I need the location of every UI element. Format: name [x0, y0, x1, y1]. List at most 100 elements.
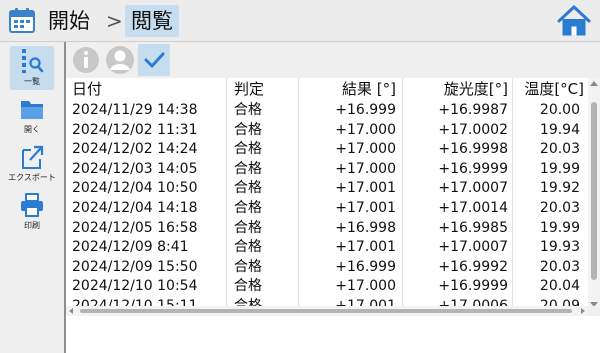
- cell-date: 2024/11/29 14:38: [72, 102, 198, 118]
- column-header-result[interactable]: 結果 [°]: [298, 79, 396, 99]
- cell-result: +17.001: [335, 239, 396, 256]
- cell-rotation: +16.9999: [438, 278, 508, 295]
- cell-rotation: +16.9987: [438, 102, 508, 118]
- sidebar-item-label: 一覧: [24, 77, 40, 86]
- table-body: 2024/11/29 14:38 合格 +16.999 +16.9987 20.00 20…: [66, 100, 588, 316]
- cell-rotation: +17.0007: [438, 180, 508, 197]
- cell-rotation: +16.9999: [438, 160, 508, 177]
- table-row[interactable]: 2024/12/02 11:31 合格 +17.000 +17.0002 19.94: [66, 120, 588, 140]
- cell-judgement: 合格: [234, 102, 262, 118]
- cell-date: 2024/12/02 11:31: [72, 121, 198, 138]
- list-search-icon: [22, 49, 44, 73]
- table-row[interactable]: 2024/12/10 10:54 合格 +17.000 +16.9999 20.04: [66, 276, 588, 296]
- cell-judgement: 合格: [234, 121, 262, 138]
- results-table: 日付 判定 結果 [°] 旋光度[°] 温度[°C] 2024/11/29 14…: [66, 78, 600, 353]
- cell-rotation: +17.0014: [438, 199, 508, 216]
- export-icon: [22, 145, 44, 169]
- table-row[interactable]: 2024/12/05 16:58 合格 +16.998 +16.9985 19.99: [66, 218, 588, 238]
- cell-judgement: 合格: [234, 239, 262, 256]
- top-bar: 開始 > 閲覧: [0, 0, 600, 42]
- sidebar-item-print[interactable]: 印刷: [10, 190, 54, 234]
- cell-judgement: 合格: [234, 258, 262, 275]
- cell-result: +17.000: [335, 160, 396, 177]
- breadcrumb-home[interactable]: 開始: [48, 5, 90, 37]
- cell-result: +16.999: [335, 258, 396, 275]
- vertical-scrollbar[interactable]: [588, 78, 600, 310]
- home-icon[interactable]: [556, 4, 592, 38]
- table-toolbar: [66, 42, 600, 78]
- cell-temperature: 20.03: [539, 258, 580, 275]
- sidebar-item-label: 開く: [24, 125, 40, 134]
- column-header-date[interactable]: 日付: [72, 79, 102, 99]
- scroll-left-arrow[interactable]: [69, 308, 73, 314]
- cell-temperature: 19.94: [539, 121, 580, 138]
- table-row[interactable]: 2024/12/03 14:05 合格 +17.000 +16.9999 19.99: [66, 159, 588, 179]
- horizontal-scrollbar[interactable]: [66, 306, 588, 316]
- table-row[interactable]: 2024/12/02 14:24 合格 +17.000 +16.9998 20.03: [66, 139, 588, 159]
- cell-temperature: 20.03: [539, 199, 580, 216]
- scroll-thumb[interactable]: [80, 309, 572, 313]
- folder-icon: [21, 101, 43, 119]
- cell-temperature: 19.93: [539, 239, 580, 256]
- table-row[interactable]: 2024/12/09 8:41 合格 +17.001 +17.0007 19.93: [66, 237, 588, 257]
- table-row[interactable]: 2024/12/04 14:18 合格 +17.001 +17.0014 20.03: [66, 198, 588, 218]
- cell-date: 2024/12/02 14:24: [72, 141, 198, 158]
- info-icon[interactable]: [70, 44, 102, 76]
- table-row[interactable]: 2024/12/04 10:50 合格 +17.001 +17.0007 19.92: [66, 178, 588, 198]
- sidebar-item-list[interactable]: 一覧: [10, 46, 54, 90]
- breadcrumb-current: 閲覧: [125, 5, 179, 37]
- cell-result: +16.999: [335, 102, 396, 118]
- scroll-thumb[interactable]: [591, 102, 597, 280]
- cell-date: 2024/12/04 14:18: [72, 199, 198, 216]
- cell-temperature: 19.99: [539, 219, 580, 236]
- cell-rotation: +16.9998: [438, 141, 508, 158]
- scrollbar-corner: [588, 306, 600, 316]
- cell-rotation: +17.0007: [438, 239, 508, 256]
- cell-temperature: 19.99: [539, 160, 580, 177]
- table-row[interactable]: 2024/12/09 15:50 合格 +16.999 +16.9992 20.03: [66, 257, 588, 277]
- cell-rotation: +16.9992: [438, 258, 508, 275]
- side-panel: 一覧 開く エクスポート 印刷: [0, 42, 66, 353]
- cell-rotation: +16.9985: [438, 219, 508, 236]
- cell-date: 2024/12/09 8:41: [72, 239, 189, 256]
- cell-judgement: 合格: [234, 278, 262, 295]
- user-icon[interactable]: [104, 44, 136, 76]
- cell-judgement: 合格: [234, 160, 262, 177]
- cell-judgement: 合格: [234, 199, 262, 216]
- cell-result: +17.000: [335, 278, 396, 295]
- cell-date: 2024/12/10 10:54: [72, 278, 198, 295]
- breadcrumb-separator: >: [106, 9, 123, 33]
- sidebar-item-label: 印刷: [24, 221, 40, 230]
- cell-judgement: 合格: [234, 141, 262, 158]
- cell-result: +17.001: [335, 199, 396, 216]
- sidebar-item-label: エクスポート: [8, 173, 56, 182]
- checkmark-icon: [144, 52, 165, 68]
- table-header: 日付 判定 結果 [°] 旋光度[°] 温度[°C]: [66, 78, 588, 100]
- printer-icon: [21, 193, 43, 217]
- column-header-temperature[interactable]: 温度[°C]: [506, 79, 584, 99]
- cell-result: +17.000: [335, 121, 396, 138]
- cell-date: 2024/12/03 14:05: [72, 160, 198, 177]
- column-header-judgement[interactable]: 判定: [234, 79, 264, 99]
- cell-result: +17.000: [335, 141, 396, 158]
- cell-temperature: 20.03: [539, 141, 580, 158]
- sidebar-item-open[interactable]: 開く: [10, 94, 54, 138]
- cell-judgement: 合格: [234, 219, 262, 236]
- scroll-right-arrow[interactable]: [581, 308, 585, 314]
- cell-date: 2024/12/04 10:50: [72, 180, 198, 197]
- cell-temperature: 20.04: [539, 278, 580, 295]
- check-button[interactable]: [138, 44, 170, 76]
- scroll-up-arrow[interactable]: [590, 81, 598, 86]
- calendar-icon[interactable]: [8, 6, 36, 34]
- cell-date: 2024/12/09 15:50: [72, 258, 198, 275]
- cell-result: +16.998: [335, 219, 396, 236]
- cell-date: 2024/12/05 16:58: [72, 219, 198, 236]
- cell-result: +17.001: [335, 180, 396, 197]
- cell-temperature: 20.00: [539, 102, 580, 118]
- cell-rotation: +17.0002: [438, 121, 508, 138]
- cell-temperature: 19.92: [539, 180, 580, 197]
- table-row[interactable]: 2024/11/29 14:38 合格 +16.999 +16.9987 20.00: [66, 100, 588, 120]
- column-header-rotation[interactable]: 旋光度[°]: [396, 79, 508, 99]
- cell-judgement: 合格: [234, 180, 262, 197]
- sidebar-item-export[interactable]: エクスポート: [8, 142, 56, 186]
